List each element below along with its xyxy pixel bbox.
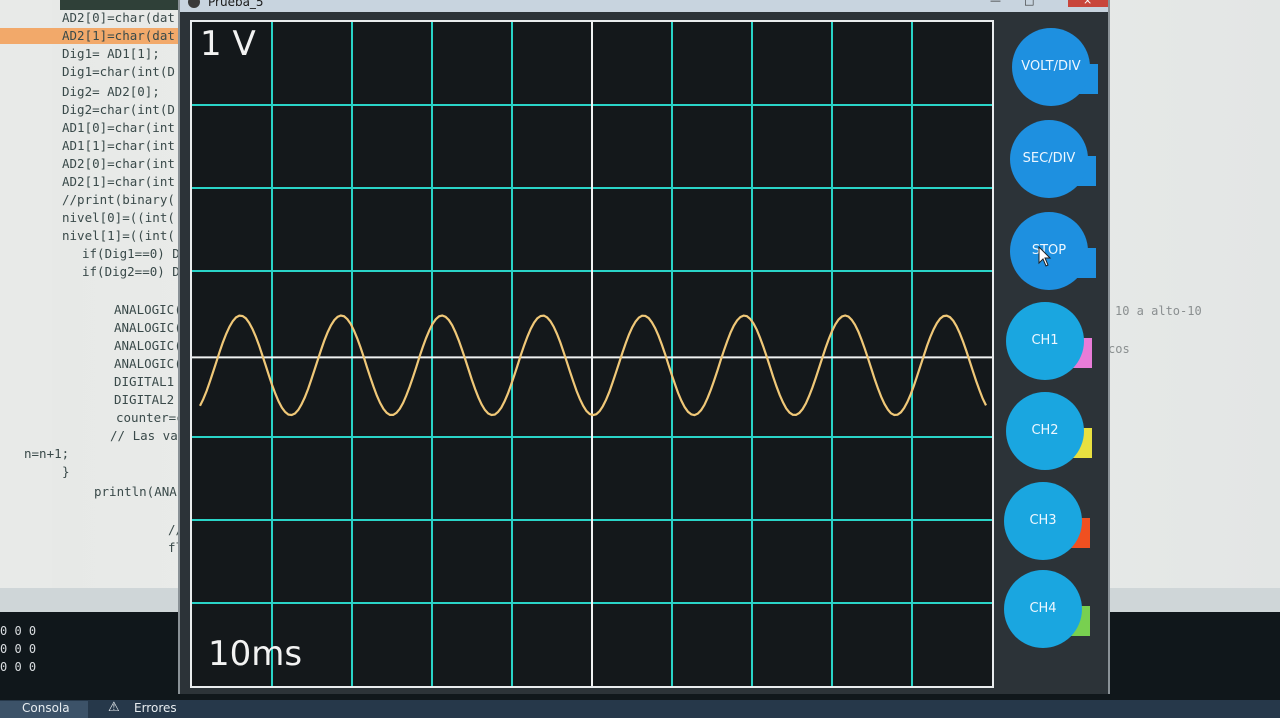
sec-div-button[interactable]: SEC/DIV — [1010, 120, 1088, 198]
code-line: Dig2= AD2[0]; — [62, 84, 160, 99]
warning-icon: ⚠ — [108, 700, 120, 715]
app-icon — [188, 0, 200, 8]
window-title: Prueba_5 — [208, 0, 264, 9]
code-line: AD1[1]=char(int — [62, 138, 175, 153]
volt-div-button[interactable]: VOLT/DIV — [1012, 28, 1090, 106]
close-icon: × — [1083, 0, 1093, 7]
code-line: counter=c — [116, 410, 184, 425]
code-line: ANALOGIC( — [114, 302, 182, 317]
code-line: if(Dig2==0) D — [82, 264, 180, 279]
code-fragment: cos — [1108, 342, 1130, 356]
code-line: AD1[0]=char(int — [62, 120, 175, 135]
ch4-button[interactable]: CH4 — [1004, 570, 1082, 648]
time-div-indicator: 10ms — [208, 634, 303, 674]
minimize-button[interactable]: — — [980, 0, 1010, 7]
code-line: // Las va — [110, 428, 178, 443]
ch1-button[interactable]: CH1 — [1006, 302, 1084, 380]
ide-bottom-tabs: Consola ⚠ Errores — [0, 700, 1280, 718]
code-line: DIGITAL1 — [114, 374, 175, 389]
code-line: n=n+1; — [24, 446, 70, 461]
errors-tab-label: Errores — [134, 701, 177, 715]
code-line: println(ANAL — [94, 484, 185, 499]
code-line: AD2[1]=char(int — [62, 174, 175, 189]
code-line: nivel[1]=((int( — [62, 228, 175, 243]
code-line: } — [62, 464, 70, 479]
code-line: AD2[0]=char(int — [62, 156, 175, 171]
editor-tab-strip — [60, 0, 180, 10]
mouse-cursor-icon — [1038, 246, 1052, 267]
code-line: //print(binary( — [62, 192, 175, 207]
code-line: DIGITAL2 — [114, 392, 175, 407]
maximize-icon: □ — [1024, 0, 1035, 7]
close-button[interactable]: × — [1068, 0, 1108, 7]
ch3-button[interactable]: CH3 — [1004, 482, 1082, 560]
scope-display[interactable]: 1 V 10ms — [190, 20, 994, 688]
volt-div-indicator: 1 V — [200, 24, 256, 64]
maximize-button[interactable]: □ — [1014, 0, 1044, 7]
code-line: if(Dig1==0) D — [82, 246, 180, 261]
code-line: ANALOGIC( — [114, 338, 182, 353]
code-line: nivel[0]=((int( — [62, 210, 175, 225]
console-tab-label: Consola — [22, 701, 70, 715]
code-line: ANALOGIC( — [114, 320, 182, 335]
code-line: Dig1= AD1[1]; — [62, 46, 160, 61]
scope-canvas — [192, 22, 992, 686]
line-gutter — [0, 0, 52, 590]
ch2-button[interactable]: CH2 — [1006, 392, 1084, 470]
code-fragment: 10 a alto-10 — [1115, 304, 1202, 318]
console-line: 0 0 0 — [0, 642, 37, 656]
console-line: 0 0 0 — [0, 624, 37, 638]
code-line: Dig1=char(int(D — [62, 64, 175, 79]
code-line: AD2[0]=char(dat — [62, 10, 175, 25]
code-line: ANALOGIC( — [114, 356, 182, 371]
code-line: Dig2=char(int(D — [62, 102, 175, 117]
minimize-icon: — — [990, 0, 1001, 7]
window-titlebar[interactable]: Prueba_5 — □ × — [180, 0, 1108, 12]
console-line: 0 0 0 — [0, 660, 37, 674]
console-tab[interactable]: Consola — [0, 701, 88, 718]
